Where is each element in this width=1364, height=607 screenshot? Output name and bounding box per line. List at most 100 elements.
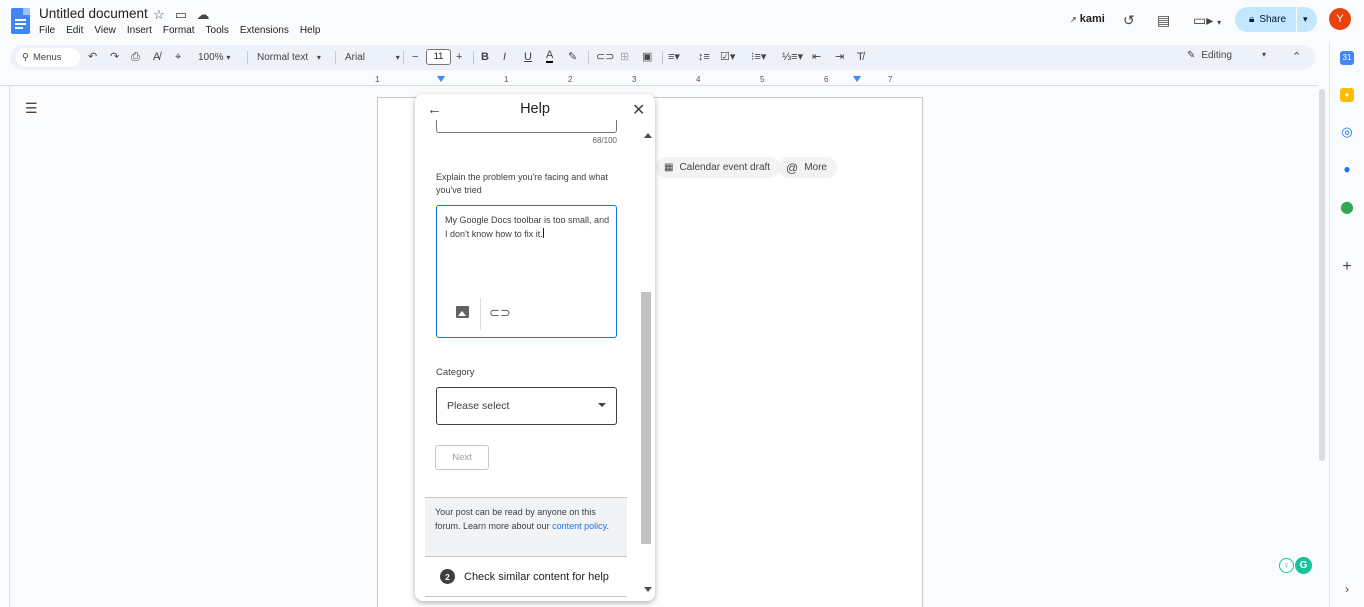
tasks-app-icon[interactable]: ◎ [1340, 125, 1354, 139]
menu-insert[interactable]: Insert [127, 25, 152, 36]
collapse-toolbar-icon[interactable]: ⌃ [1292, 50, 1301, 65]
font-size-input[interactable]: 11 [426, 49, 451, 65]
bulb-icon[interactable]: ♀ [1279, 558, 1294, 573]
print-icon[interactable]: ⎙ [131, 50, 140, 65]
increase-font-size-icon[interactable]: + [456, 50, 462, 65]
kami-extension-button[interactable]: ↗ kami [1070, 13, 1105, 25]
version-history-icon[interactable]: ↺ [1123, 12, 1135, 29]
bulleted-list-icon[interactable]: ⁝≡▾ [751, 50, 766, 65]
help-scrollbar[interactable] [641, 126, 655, 601]
menu-extensions[interactable]: Extensions [240, 25, 289, 36]
side-panel: 31 • ◎ ● ⬤ + › [1329, 42, 1364, 607]
right-indent-marker[interactable] [853, 76, 861, 82]
step-number-badge: 2 [440, 569, 455, 584]
horizontal-ruler[interactable]: 1 1 2 3 4 5 6 7 [0, 74, 1318, 86]
expand-panel-icon[interactable]: › [1340, 582, 1354, 596]
chevron-down-icon: ▾ [1261, 50, 1266, 59]
move-folder-icon[interactable]: ▭ [174, 7, 188, 23]
add-link-icon[interactable]: ⊂⊃ [489, 305, 511, 321]
add-image-icon[interactable] [456, 306, 469, 318]
italic-icon[interactable]: I [503, 50, 506, 65]
clear-formatting-icon[interactable]: T̸ [857, 50, 864, 65]
chevron-down-icon: ▾ [1217, 18, 1222, 27]
document-title[interactable]: Untitled document [39, 6, 148, 21]
calendar-event-draft-chip[interactable]: ▦ Calendar event draft [656, 157, 781, 178]
insert-image-icon[interactable]: ▣ [642, 50, 652, 65]
search-icon: ⚲ [22, 52, 29, 63]
next-button[interactable]: Next [435, 445, 489, 470]
toolbar: ⚲ Menus ↶ ↷ ⎙ A̸ ⌖ 100% ▾ Normal text ▾ … [10, 45, 1315, 70]
content-policy-link[interactable]: content policy [552, 521, 606, 531]
calendar-app-icon[interactable]: 31 [1340, 51, 1354, 65]
numbered-list-icon[interactable]: ⅓≡▾ [782, 50, 803, 65]
meet-video-icon[interactable]: ▭▸ ▾ [1193, 12, 1221, 29]
paint-format-icon[interactable]: ⌖ [175, 50, 181, 65]
scroll-down-icon[interactable] [644, 587, 652, 592]
add-comment-icon[interactable]: ⊞ [620, 50, 629, 65]
line-spacing-icon[interactable]: ↕≡ [698, 50, 710, 65]
contacts-app-icon[interactable]: ● [1340, 162, 1354, 176]
menu-view[interactable]: View [94, 25, 116, 36]
step-check-similar-content[interactable]: 2 Check similar content for help [425, 557, 627, 597]
grammarly-icon[interactable]: G [1295, 557, 1312, 574]
problem-description-field[interactable]: My Google Docs toolbar is too small, and… [436, 205, 617, 338]
menu-format[interactable]: Format [163, 25, 195, 36]
external-link-icon: ↗ [1070, 15, 1077, 24]
problem-description-text[interactable]: My Google Docs toolbar is too small, and… [445, 213, 611, 241]
editing-mode-select[interactable]: ✎ Editing ▾ [1187, 50, 1266, 61]
calendar-icon: ▦ [664, 162, 674, 173]
close-icon[interactable]: ✕ [632, 100, 645, 120]
help-title: Help [520, 101, 550, 117]
chevron-down-icon: ▾ [395, 53, 400, 62]
menu-file[interactable]: File [39, 25, 55, 36]
bold-icon[interactable]: B [481, 50, 489, 65]
menu-edit[interactable]: Edit [66, 25, 83, 36]
share-button[interactable]: 🔒︎ Share ▾ [1235, 7, 1317, 32]
help-scroll-thumb[interactable] [641, 292, 651, 544]
grammarly-widget[interactable]: ♀ G [1279, 557, 1313, 574]
step-label: Check similar content for help [464, 570, 609, 583]
comments-icon[interactable]: ▤ [1157, 12, 1170, 29]
checklist-icon[interactable]: ☑▾ [720, 50, 735, 65]
spellcheck-icon[interactable]: A̸ [153, 50, 160, 65]
decrease-indent-icon[interactable]: ⇤ [812, 50, 821, 65]
add-addon-icon[interactable]: + [1340, 259, 1354, 275]
post-title-field[interactable] [436, 120, 617, 133]
menu-bar: File Edit View Insert Format Tools Exten… [39, 25, 320, 36]
text-color-icon[interactable]: A [546, 50, 554, 63]
help-body: 68/100 Explain the problem you're facing… [415, 120, 641, 601]
left-indent-marker[interactable] [437, 76, 445, 82]
menus-search[interactable]: ⚲ Menus [16, 48, 80, 67]
vertical-ruler[interactable] [0, 86, 10, 607]
insert-link-icon[interactable]: ⊂⊃ [596, 50, 614, 65]
menu-tools[interactable]: Tools [206, 25, 229, 36]
post-visibility-notice: Your post can be read by anyone on this … [425, 497, 627, 557]
zoom-select[interactable]: 100% ▾ [198, 50, 230, 65]
menu-help[interactable]: Help [300, 25, 321, 36]
chevron-down-icon: ▾ [226, 53, 231, 62]
cloud-saved-icon[interactable]: ☁ [196, 7, 210, 23]
increase-indent-icon[interactable]: ⇥ [835, 50, 844, 65]
main-scrollbar[interactable] [1316, 86, 1328, 607]
undo-icon[interactable]: ↶ [88, 50, 97, 65]
decrease-font-size-icon[interactable]: − [412, 50, 418, 65]
category-select[interactable]: Please select [436, 387, 617, 425]
maps-app-icon[interactable]: ⬤ [1340, 200, 1354, 214]
font-select[interactable]: Arial ▾ [345, 50, 400, 65]
more-chip[interactable]: @ More [778, 157, 837, 178]
highlight-icon[interactable]: ✎ [568, 50, 577, 65]
align-icon[interactable]: ≡▾ [668, 50, 680, 65]
help-panel: ← Help ✕ 68/100 Explain the problem you'… [415, 94, 655, 601]
avatar[interactable]: Y [1329, 8, 1351, 30]
star-icon[interactable]: ☆ [152, 7, 166, 23]
explain-problem-label: Explain the problem you're facing and wh… [436, 172, 608, 195]
document-outline-icon[interactable]: ☰ [25, 100, 38, 117]
style-select[interactable]: Normal text ▾ [257, 50, 321, 65]
docs-logo-icon[interactable] [11, 8, 30, 34]
keep-app-icon[interactable]: • [1340, 88, 1354, 102]
share-dropdown-icon[interactable]: ▾ [1303, 14, 1308, 25]
underline-icon[interactable]: U [524, 50, 532, 65]
redo-icon[interactable]: ↷ [110, 50, 119, 65]
scroll-up-icon[interactable] [644, 133, 652, 138]
title-character-counter: 68/100 [592, 136, 617, 145]
